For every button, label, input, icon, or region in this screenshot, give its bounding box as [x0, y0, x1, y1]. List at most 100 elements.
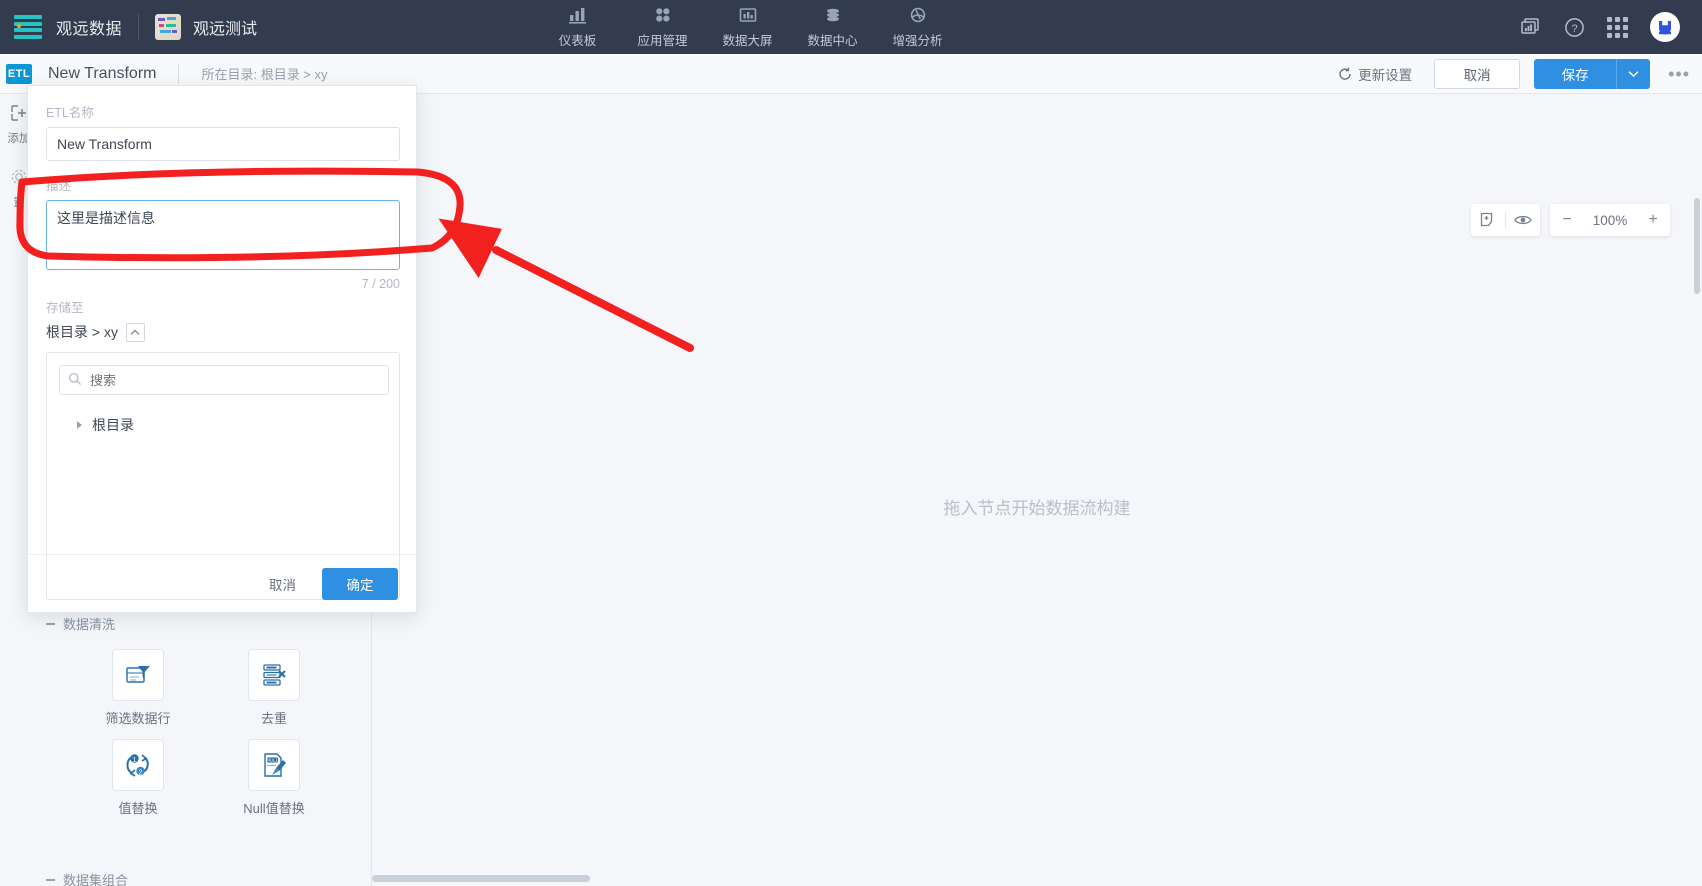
node-icon-box — [112, 649, 164, 701]
zoom-in-button[interactable]: + — [1636, 204, 1670, 236]
zoom-box: − 100% + — [1550, 204, 1670, 236]
page-title: New Transform — [48, 64, 157, 82]
project-thumbnail — [155, 14, 182, 40]
add-node-icon — [10, 104, 28, 127]
dialog-cancel-button[interactable]: 取消 — [257, 568, 308, 600]
dialog-body: ETL名称 描述 7 / 200 存储至 根目录 > xy — [28, 86, 416, 600]
settings-icon — [10, 168, 28, 191]
analytics-icon — [908, 6, 928, 26]
dialog-confirm-button[interactable]: 确定 — [322, 567, 398, 600]
toolbar-actions: 更新设置 取消 保存 ••• — [1338, 58, 1702, 89]
node-grid: 筛选数据行 去重 1 2 值替换 NULL Null值替换 — [70, 649, 342, 817]
description-char-counter: 7 / 200 — [361, 277, 400, 291]
nav-item-data-center[interactable]: 数据中心 — [790, 0, 875, 54]
menu-hamburger-icon[interactable] — [14, 15, 42, 39]
nav-divider — [138, 14, 140, 40]
etl-name-input[interactable] — [46, 127, 400, 161]
nav-label: 应用管理 — [637, 33, 688, 48]
app-grid-icon[interactable] — [1607, 16, 1628, 38]
description-label: 描述 — [46, 179, 72, 193]
settings-label: 置 — [13, 197, 25, 209]
main-nav-menu: 仪表板 应用管理 数据大屏 数据中心 增强分析 — [535, 0, 960, 54]
node-label: Null值替换 — [243, 801, 305, 816]
zoom-level-label: 100% — [1592, 212, 1628, 228]
canvas-horizontal-scrollbar[interactable] — [372, 875, 590, 882]
node-filter-rows[interactable]: 筛选数据行 — [70, 649, 206, 727]
canvas-placeholder-text: 拖入节点开始数据流构建 — [943, 499, 1131, 518]
svg-text:NULL: NULL — [267, 758, 279, 763]
save-button[interactable]: 保存 — [1534, 58, 1617, 89]
update-settings-button[interactable]: 更新设置 — [1338, 64, 1412, 84]
section-title: 数据清洗 — [63, 617, 116, 632]
storage-label: 存储至 — [46, 301, 84, 315]
reports-icon[interactable] — [1520, 17, 1542, 37]
canvas-vertical-scrollbar[interactable] — [1694, 198, 1700, 294]
canvas-zoom-controls: − 100% + — [1471, 204, 1670, 236]
svg-text:1: 1 — [133, 757, 137, 764]
node-icon-box — [248, 649, 300, 701]
app-root: 观远数据 观远测试 仪表板 应用管理 数据大屏 数据中心 增强分析 ? ETL … — [0, 0, 1702, 886]
storage-path-value: 根目录 > xy — [46, 324, 118, 340]
nav-label: 数据大屏 — [722, 33, 773, 48]
preview-button[interactable] — [1506, 204, 1540, 236]
nav-label: 数据中心 — [807, 33, 858, 48]
node-label: 值替换 — [118, 801, 158, 816]
section-title: 数据集组合 — [63, 873, 129, 886]
nav-label: 增强分析 — [892, 33, 943, 48]
chevron-right-icon[interactable] — [77, 421, 82, 429]
toolbar-divider — [178, 63, 180, 84]
cancel-button[interactable]: 取消 — [1434, 58, 1521, 89]
null-replace-icon: NULL — [264, 753, 286, 777]
chevron-down-icon — [1628, 70, 1639, 77]
canvas-view-tools — [1471, 204, 1540, 236]
storage-path-row: 根目录 > xy — [46, 322, 398, 342]
refresh-icon — [1339, 67, 1351, 80]
collapse-minus-icon — [46, 878, 55, 881]
settings-tool[interactable]: 置 — [10, 168, 28, 210]
node-value-replace[interactable]: 1 2 值替换 — [70, 739, 206, 817]
collapse-tree-button[interactable] — [125, 322, 145, 342]
tree-search-wrap — [59, 365, 389, 395]
tree-item-label: 根目录 — [92, 417, 134, 433]
nav-right-icons: ? — [1520, 12, 1702, 42]
brand-area: 观远数据 观远测试 — [0, 14, 257, 40]
section-header-data-cleaning[interactable]: 数据清洗 — [46, 614, 115, 633]
nav-item-data-screen[interactable]: 数据大屏 — [705, 0, 790, 54]
nav-item-dashboard[interactable]: 仪表板 — [535, 0, 620, 54]
section-header-dataset-combine[interactable]: 数据集组合 — [46, 870, 128, 886]
node-icon-box: NULL — [248, 739, 300, 791]
breadcrumb: 所在目录: 根目录 > xy — [201, 67, 328, 82]
nav-label: 仪表板 — [558, 33, 597, 48]
user-avatar[interactable] — [1650, 12, 1680, 42]
collapse-minus-icon — [46, 622, 55, 625]
filter-rows-icon — [126, 666, 150, 683]
node-dedupe[interactable]: 去重 — [206, 649, 342, 727]
tree-item-root[interactable]: 根目录 — [59, 415, 387, 435]
add-note-button[interactable] — [1471, 204, 1505, 236]
dedupe-icon — [263, 664, 286, 686]
etl-settings-dialog: ETL名称 描述 7 / 200 存储至 根目录 > xy — [27, 85, 417, 613]
apps-icon — [653, 6, 673, 26]
etl-name-label: ETL名称 — [46, 106, 94, 120]
etl-canvas[interactable]: 拖入节点开始数据流构建 − 100% + — [372, 94, 1702, 886]
value-replace-icon: 1 2 — [126, 754, 149, 777]
svg-text:?: ? — [1571, 23, 1577, 35]
node-label: 筛选数据行 — [105, 711, 171, 726]
update-settings-label: 更新设置 — [1358, 67, 1413, 83]
help-icon[interactable]: ? — [1564, 17, 1585, 38]
nav-item-augmented-analytics[interactable]: 增强分析 — [875, 0, 960, 54]
chevron-up-icon — [131, 329, 140, 335]
description-textarea[interactable] — [46, 200, 400, 270]
search-icon — [68, 372, 82, 391]
project-name: 观远测试 — [193, 21, 258, 38]
add-note-icon — [1480, 212, 1493, 227]
zoom-out-button[interactable]: − — [1550, 204, 1584, 236]
nav-item-app-management[interactable]: 应用管理 — [620, 0, 705, 54]
more-options-button[interactable]: ••• — [1668, 65, 1690, 83]
brand-name: 观远数据 — [56, 21, 123, 38]
node-null-replace[interactable]: NULL Null值替换 — [206, 739, 342, 817]
top-navigation-bar: 观远数据 观远测试 仪表板 应用管理 数据大屏 数据中心 增强分析 ? — [0, 0, 1702, 54]
save-dropdown-caret[interactable] — [1616, 58, 1651, 89]
tree-search-input[interactable] — [59, 365, 389, 395]
etl-badge: ETL — [6, 63, 32, 84]
